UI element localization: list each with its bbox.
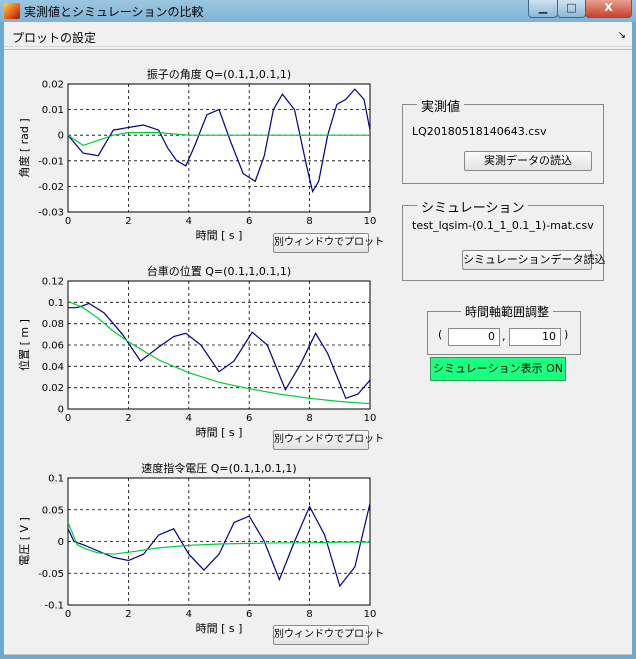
voltage-xtick-label: 4	[186, 609, 192, 620]
position-ytick-label: 0.06	[42, 341, 64, 352]
voltage-x-axis-label: 時間 [ s ]	[196, 622, 243, 635]
position-xtick-label: 2	[125, 413, 131, 424]
measured-group-title: 実測値	[417, 96, 465, 115]
position-xtick-label: 4	[186, 413, 192, 424]
time-range-group: 時間軸範囲調整 ( 0 , 10 )	[427, 303, 581, 355]
angle-ytick-label: 0	[58, 131, 64, 142]
position-ytick-label: 0.04	[42, 362, 64, 373]
angle-ytick-label: -0.03	[38, 208, 64, 219]
voltage-ytick-label: -0.1	[44, 601, 64, 612]
voltage-ytick-label: 0.1	[48, 474, 64, 485]
simulation-filename: test_lqsim-(0.1_1_0.1_1)-mat.csv	[412, 219, 594, 232]
angle-xtick-label: 8	[306, 216, 312, 227]
position-ytick-label: 0.02	[42, 383, 64, 394]
simulation-group-title: シミュレーション	[417, 197, 529, 216]
simulation-display-toggle[interactable]: シミュレーション表示 ON	[430, 357, 566, 381]
plot-angle-window-button[interactable]: 別ウィンドウでプロット	[273, 233, 384, 253]
voltage-xtick-label: 6	[246, 609, 252, 620]
close-paren: )	[564, 328, 569, 341]
position-xtick-label: 8	[306, 413, 312, 424]
angle-xtick-label: 6	[246, 216, 252, 227]
position-xtick-label: 0	[65, 413, 71, 424]
position-xtick-label: 10	[364, 413, 377, 424]
angle-x-axis-label: 時間 [ s ]	[196, 229, 243, 242]
position-chart-title: 台車の位置 Q=(0.1,1,0.1,1)	[147, 264, 291, 278]
voltage-y-axis-label: 電圧 [ V ]	[18, 517, 31, 566]
plot-position-window-button[interactable]: 別ウィンドウでプロット	[273, 430, 384, 450]
angle-y-axis-label: 角度 [ rad ]	[17, 118, 31, 177]
angle-xtick-label: 0	[65, 216, 71, 227]
voltage-xtick-label: 8	[306, 609, 312, 620]
angle-ytick-label: -0.02	[38, 182, 64, 193]
angle-chart-title: 振子の角度 Q=(0.1,1,0.1,1)	[147, 67, 291, 81]
plot-voltage-window-button[interactable]: 別ウィンドウでプロット	[273, 625, 384, 645]
voltage-ytick-label: 0	[58, 537, 64, 548]
position-ytick-label: 0	[58, 405, 64, 416]
angle-xtick-label: 4	[186, 216, 192, 227]
time-min-input[interactable]: 0	[448, 328, 500, 346]
position-ytick-label: 0.08	[42, 319, 64, 330]
position-y-axis-label: 位置 [ m ]	[17, 319, 31, 371]
time-max-input[interactable]: 10	[509, 328, 561, 346]
voltage-xtick-label: 10	[364, 609, 377, 620]
simulation-group: シミュレーション test_lqsim-(0.1_1_0.1_1)-mat.cs…	[402, 197, 606, 281]
angle-ytick-label: 0.01	[42, 105, 64, 116]
angle-ytick-label: 0.02	[42, 80, 64, 91]
voltage-xtick-label: 2	[125, 609, 131, 620]
measured-filename: LQ20180518140643.csv	[412, 125, 547, 138]
position-ytick-label: 0.1	[48, 298, 64, 309]
position-x-axis-label: 時間 [ s ]	[196, 426, 243, 439]
position-xtick-label: 6	[246, 413, 252, 424]
load-measured-button[interactable]: 実測データの読込	[464, 151, 592, 171]
angle-ytick-label: -0.01	[38, 156, 64, 167]
voltage-chart-title: 速度指令電圧 Q=(0.1,1,0.1,1)	[141, 461, 296, 475]
angle-xtick-label: 10	[364, 216, 377, 227]
position-ytick-label: 0.12	[42, 277, 64, 288]
angle-xtick-label: 2	[125, 216, 131, 227]
time-range-title: 時間軸範囲調整	[461, 303, 554, 320]
measured-group: 実測値 LQ20180518140643.csv 実測データの読込	[402, 96, 604, 184]
range-comma: ,	[502, 330, 506, 343]
load-simulation-button[interactable]: シミュレーションデータ読込	[462, 250, 606, 270]
open-paren: (	[438, 328, 443, 341]
voltage-ytick-label: 0.05	[42, 505, 64, 516]
voltage-ytick-label: -0.05	[38, 569, 64, 580]
voltage-xtick-label: 0	[65, 609, 71, 620]
